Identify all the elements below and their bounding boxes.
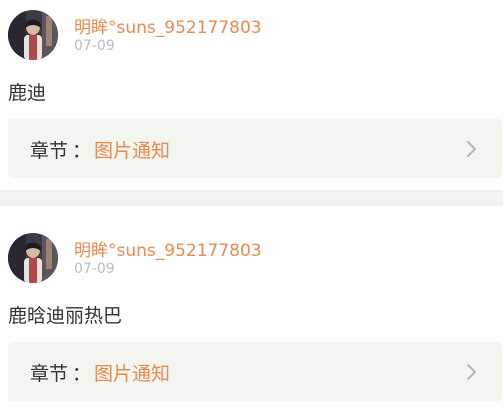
- comment-feed: 明眸°suns_952177803 07-09 鹿迪 章节 ： 图片通知 明眸°…: [0, 0, 503, 414]
- user-avatar[interactable]: [8, 233, 58, 283]
- comment-text: 鹿晗迪丽热巴: [8, 305, 123, 327]
- chapter-link[interactable]: 章节 ： 图片通知: [8, 342, 502, 401]
- chevron-right-icon: [467, 364, 476, 380]
- chapter-label: 章节: [30, 140, 69, 162]
- post-date: 07-09: [74, 38, 115, 54]
- chevron-right-icon: [467, 141, 476, 157]
- chapter-separator: ：: [72, 140, 92, 162]
- chapter-link[interactable]: 章节 ： 图片通知: [8, 119, 502, 178]
- comment-text: 鹿迪: [8, 82, 47, 104]
- post-date: 07-09: [74, 261, 115, 277]
- chapter-separator: ：: [72, 363, 92, 385]
- comment-item: 明眸°suns_952177803 07-09 鹿晗迪丽热巴 章节 ： 图片通知: [0, 206, 503, 414]
- avatar-image: [8, 10, 58, 60]
- user-avatar[interactable]: [8, 10, 58, 60]
- chapter-title: 图片通知: [94, 363, 171, 385]
- username[interactable]: 明眸°suns_952177803: [74, 236, 262, 261]
- username[interactable]: 明眸°suns_952177803: [74, 13, 262, 38]
- comment-item: 明眸°suns_952177803 07-09 鹿迪 章节 ： 图片通知: [0, 0, 503, 190]
- avatar-image: [8, 233, 58, 283]
- chapter-label: 章节: [30, 363, 69, 385]
- chapter-title: 图片通知: [94, 140, 171, 162]
- section-divider: [0, 190, 503, 206]
